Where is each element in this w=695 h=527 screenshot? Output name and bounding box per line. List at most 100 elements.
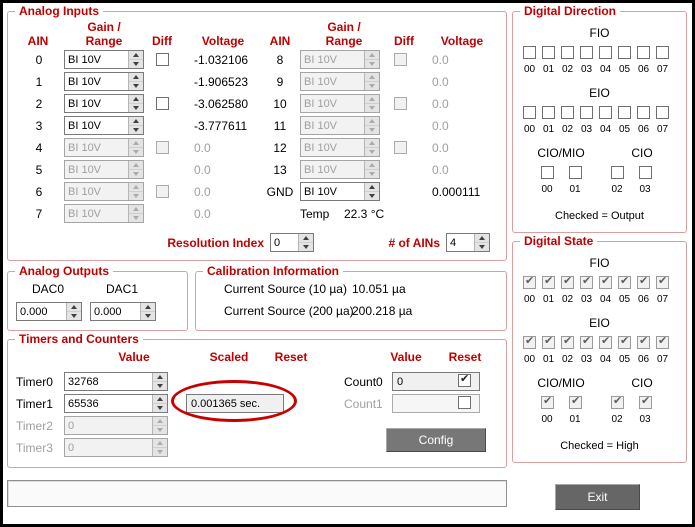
- down-arrow-icon[interactable]: [475, 243, 489, 251]
- group-title-digital-state: Digital State: [520, 234, 597, 248]
- down-arrow-icon[interactable]: [67, 312, 81, 320]
- up-arrow-icon[interactable]: [129, 73, 143, 82]
- timer1-spinner[interactable]: 65536: [64, 394, 168, 413]
- down-arrow-icon[interactable]: [153, 382, 167, 390]
- fio-checkbox[interactable]: [599, 46, 612, 59]
- up-arrow-icon[interactable]: [141, 303, 155, 312]
- eio-checkbox[interactable]: [656, 106, 669, 119]
- up-arrow-icon[interactable]: [67, 303, 81, 312]
- gain-range-spinner[interactable]: BI 10V: [64, 94, 144, 113]
- group-title-calibration: Calibration Information: [203, 264, 343, 278]
- eio-checkbox[interactable]: [618, 106, 631, 119]
- spinner-buttons[interactable]: [152, 373, 167, 390]
- spinner-buttons[interactable]: [474, 234, 489, 251]
- spinner-buttons[interactable]: [128, 95, 143, 112]
- resolution-index-spinner[interactable]: 0: [270, 233, 314, 252]
- col-header-ain: AIN: [18, 34, 58, 48]
- up-arrow-icon: [129, 205, 143, 214]
- group-title-analog-inputs: Analog Inputs: [15, 4, 103, 18]
- spinner-buttons[interactable]: [140, 303, 155, 320]
- down-arrow-icon: [365, 60, 379, 68]
- diff-cell: [144, 185, 180, 198]
- spinner-buttons[interactable]: [364, 183, 379, 200]
- count1-reset-checkbox[interactable]: [458, 396, 471, 409]
- fio-checkbox[interactable]: [618, 46, 631, 59]
- bit-label: 04: [596, 294, 615, 305]
- diff-checkbox[interactable]: [156, 53, 169, 66]
- ain-row: 9 BI 10V 0.0: [260, 72, 522, 91]
- num-ains-spinner[interactable]: 4: [446, 233, 490, 252]
- cio-checkbox[interactable]: [639, 166, 652, 179]
- col-header-value: Value: [376, 350, 436, 364]
- fio-checkbox[interactable]: [637, 46, 650, 59]
- down-arrow-icon[interactable]: [129, 82, 143, 90]
- fio-checkbox[interactable]: [561, 46, 574, 59]
- spinner-buttons[interactable]: [128, 51, 143, 68]
- fio-checkbox[interactable]: [656, 46, 669, 59]
- ain-number: 7: [14, 207, 64, 221]
- timer-row: Timer0 32768: [16, 372, 168, 391]
- eio-direction-row: [523, 106, 669, 119]
- bit-label: 02: [558, 294, 577, 305]
- up-arrow-icon[interactable]: [153, 373, 167, 382]
- diff-checkbox: [394, 97, 407, 110]
- count0-reset-checkbox[interactable]: [458, 374, 471, 387]
- diff-cell: [380, 141, 420, 154]
- up-arrow-icon[interactable]: [299, 234, 313, 243]
- fio-state-checkbox: [561, 276, 574, 289]
- down-arrow-icon[interactable]: [299, 243, 313, 251]
- eio-state-checkbox: [656, 336, 669, 349]
- config-button[interactable]: Config: [386, 428, 486, 452]
- up-arrow-icon[interactable]: [153, 395, 167, 404]
- up-arrow-icon[interactable]: [365, 183, 379, 192]
- eio-checkbox[interactable]: [561, 106, 574, 119]
- gain-range-spinner[interactable]: BI 10V: [64, 72, 144, 91]
- spinner-buttons[interactable]: [66, 303, 81, 320]
- diff-checkbox: [394, 141, 407, 154]
- down-arrow-icon[interactable]: [129, 104, 143, 112]
- gain-range-spinner[interactable]: BI 10V: [64, 116, 144, 135]
- eio-checkbox[interactable]: [599, 106, 612, 119]
- down-arrow-icon[interactable]: [129, 126, 143, 134]
- fio-checkbox[interactable]: [542, 46, 555, 59]
- gain-range-spinner: BI 10V: [64, 160, 144, 179]
- resolution-index-label: Resolution Index: [138, 236, 264, 250]
- timer0-spinner[interactable]: 32768: [64, 372, 168, 391]
- bit-label: 00: [520, 354, 539, 365]
- spinner-buttons[interactable]: [152, 395, 167, 412]
- cio-state-checkbox: [569, 396, 582, 409]
- up-arrow-icon[interactable]: [129, 117, 143, 126]
- fio-checkbox[interactable]: [580, 46, 593, 59]
- cio-checkbox[interactable]: [541, 166, 554, 179]
- cio-checkbox[interactable]: [569, 166, 582, 179]
- gain-range-spinner[interactable]: BI 10V: [64, 50, 144, 69]
- fio-checkbox[interactable]: [523, 46, 536, 59]
- up-arrow-icon[interactable]: [129, 95, 143, 104]
- spinner-value: 0: [271, 234, 298, 251]
- up-arrow-icon[interactable]: [475, 234, 489, 243]
- diff-checkbox[interactable]: [156, 97, 169, 110]
- spinner-buttons[interactable]: [128, 117, 143, 134]
- eio-checkbox[interactable]: [580, 106, 593, 119]
- exit-button[interactable]: Exit: [555, 484, 640, 510]
- eio-checkbox[interactable]: [542, 106, 555, 119]
- down-arrow-icon[interactable]: [141, 312, 155, 320]
- spinner-value: BI 10V: [65, 51, 128, 68]
- dac1-spinner[interactable]: 0.000: [90, 302, 156, 321]
- temp-row: Temp 22.3 °C: [260, 204, 522, 223]
- eio-checkbox[interactable]: [637, 106, 650, 119]
- gain-range-spinner[interactable]: BI 10V: [300, 182, 380, 201]
- eio-checkbox[interactable]: [523, 106, 536, 119]
- up-arrow-icon[interactable]: [129, 51, 143, 60]
- cio-checkbox[interactable]: [611, 166, 624, 179]
- spinner-buttons[interactable]: [128, 73, 143, 90]
- down-arrow-icon[interactable]: [153, 404, 167, 412]
- down-arrow-icon[interactable]: [129, 60, 143, 68]
- spinner-buttons[interactable]: [298, 234, 313, 251]
- dac0-spinner[interactable]: 0.000: [16, 302, 82, 321]
- bit-label: 02: [558, 124, 577, 135]
- down-arrow-icon[interactable]: [365, 192, 379, 200]
- cal-label: Current Source (200 µa): [224, 304, 354, 318]
- cio-state-checkbox: [541, 396, 554, 409]
- bit-label: 06: [634, 354, 653, 365]
